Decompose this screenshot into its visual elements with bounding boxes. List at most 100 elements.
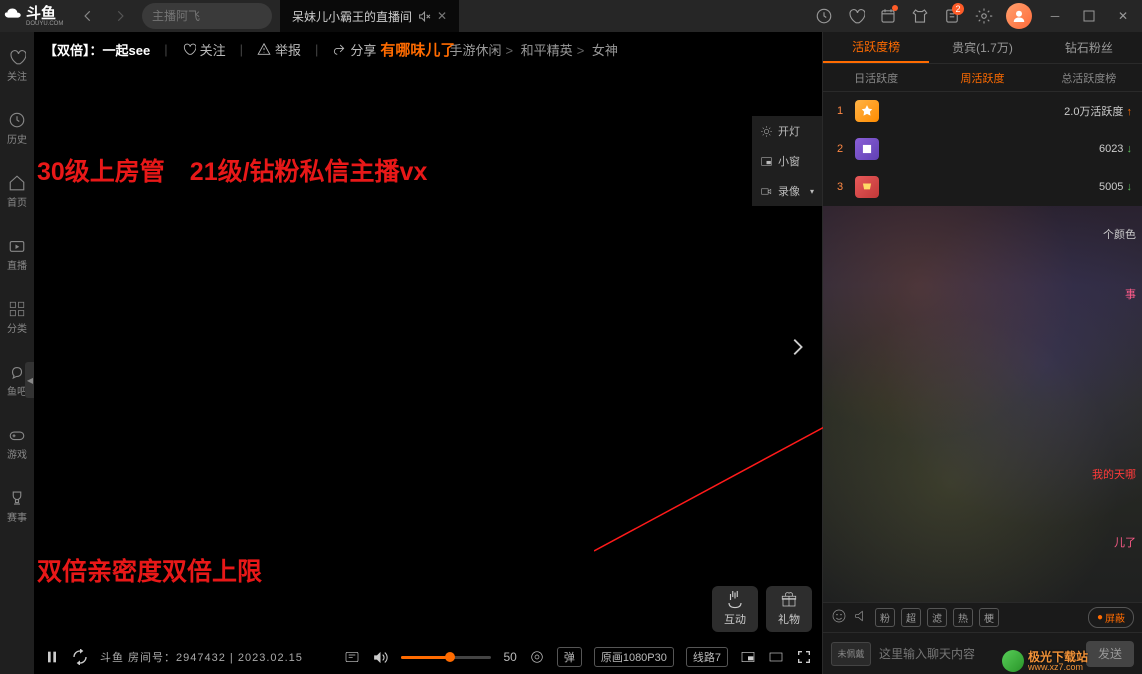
interact-button[interactable]: 互动 xyxy=(712,586,758,632)
chat-area[interactable]: 个颜色 事 我的天哪 儿了 xyxy=(823,206,1142,602)
content: 【双倍】：一起see | 关注 | 举报 | 分享 有哪味儿了 手游休闲> 和平… xyxy=(34,32,822,674)
filter-screen[interactable]: 滤 xyxy=(927,608,947,627)
gear-icon[interactable] xyxy=(970,2,998,30)
task-icon[interactable]: 2 xyxy=(938,2,966,30)
tab-vip[interactable]: 贵宾(1.7万) xyxy=(929,32,1035,63)
filter-super[interactable]: 超 xyxy=(901,608,921,627)
search-box[interactable] xyxy=(142,3,272,29)
quality-selector[interactable]: 原画1080P30 xyxy=(594,647,674,667)
filter-hot[interactable]: 热 xyxy=(953,608,973,627)
titlebar: 斗鱼 DOUYU.COM 呆妹儿小霸王的直播间 ✕ 2 ─ ✕ xyxy=(0,0,1142,32)
back-button[interactable] xyxy=(74,2,102,30)
sidebar-item-yuba[interactable]: 鱼吧 xyxy=(7,363,27,398)
rank-row[interactable]: 3 5005 ↓ xyxy=(823,168,1142,206)
logo[interactable]: 斗鱼 DOUYU.COM xyxy=(4,4,66,28)
volume-value: 50 xyxy=(503,650,516,664)
breadcrumb-1[interactable]: 手游休闲 xyxy=(449,43,501,58)
follow-button[interactable]: 关注 xyxy=(182,40,226,59)
overlay-top-text: 有哪味儿了 xyxy=(378,37,457,62)
chat-input-row: 未佩戴 发送 极光下载站 www.xz7.com xyxy=(823,632,1142,674)
danmu-toggle[interactable]: 弹 xyxy=(557,647,582,667)
sidebar-item-history[interactable]: 历史 xyxy=(7,111,27,146)
tool-panel: 开灯 小窗 录像▾ xyxy=(752,116,822,206)
badge-slot[interactable]: 未佩戴 xyxy=(831,642,871,666)
close-tab-icon[interactable]: ✕ xyxy=(437,9,447,23)
subtab-daily[interactable]: 日活跃度 xyxy=(823,70,929,86)
user-avatar[interactable] xyxy=(1006,3,1032,29)
overlay-text-2: 双倍亲密度双倍上限 xyxy=(37,552,262,588)
rank-row[interactable]: 2 6023 ↓ xyxy=(823,130,1142,168)
refresh-button[interactable] xyxy=(72,649,88,665)
chat-input[interactable] xyxy=(879,647,1078,661)
action-buttons: 互动 礼物 xyxy=(712,586,812,632)
minimize-button[interactable]: ─ xyxy=(1040,1,1070,31)
subtab-total[interactable]: 总活跃度榜 xyxy=(1036,70,1142,86)
room-header: 【双倍】：一起see | 关注 | 举报 | 分享 有哪味儿了 手游休闲> 和平… xyxy=(34,32,822,66)
share-button[interactable]: 分享 xyxy=(332,40,376,59)
rank-badge-icon xyxy=(855,100,879,122)
notification-dot xyxy=(892,5,898,11)
horn-icon[interactable] xyxy=(853,608,869,627)
rank-row[interactable]: 1 2.0万活跃度 ↑ xyxy=(823,92,1142,130)
heart-icon[interactable] xyxy=(842,2,870,30)
mute-icon[interactable] xyxy=(418,10,431,23)
chat-msg: 事 xyxy=(1125,286,1136,302)
clock-icon[interactable] xyxy=(810,2,838,30)
light-toggle[interactable]: 开灯 xyxy=(752,116,822,146)
breadcrumb-2[interactable]: 和平精英 xyxy=(521,43,573,58)
tshirt-icon[interactable] xyxy=(906,2,934,30)
breadcrumb: 手游休闲> 和平精英> 女神 xyxy=(449,40,617,59)
emoji-icon[interactable] xyxy=(831,608,847,627)
snapshot-button[interactable] xyxy=(344,649,360,665)
volume-icon[interactable] xyxy=(372,649,389,666)
tab-activity[interactable]: 活跃度榜 xyxy=(823,32,929,63)
maximize-button[interactable] xyxy=(1074,1,1104,31)
room-title: 【双倍】：一起see xyxy=(44,40,150,59)
theater-button[interactable] xyxy=(768,649,784,665)
filter-fan[interactable]: 粉 xyxy=(875,608,895,627)
task-badge: 2 xyxy=(952,3,964,15)
forward-button[interactable] xyxy=(106,2,134,30)
gift-button[interactable]: 礼物 xyxy=(766,586,812,632)
record-button[interactable]: 录像▾ xyxy=(752,176,822,206)
sidebar-item-categories[interactable]: 分类 xyxy=(7,300,27,335)
mini-window-button[interactable]: 小窗 xyxy=(752,146,822,176)
sidebar-item-home[interactable]: 首页 xyxy=(7,174,27,209)
send-button[interactable]: 发送 xyxy=(1086,641,1134,667)
pause-button[interactable] xyxy=(44,649,60,665)
rank-badge-icon xyxy=(855,176,879,198)
player-bar: 斗鱼 房间号：2947432 | 2023.02.15 50 弹 原画1080P… xyxy=(34,640,822,674)
tab-diamond[interactable]: 钻石粉丝 xyxy=(1036,32,1142,63)
fullscreen-button[interactable] xyxy=(796,649,812,665)
close-window-button[interactable]: ✕ xyxy=(1108,1,1138,31)
chat-msg: 我的天哪 xyxy=(1092,466,1136,482)
rank-list: 1 2.0万活跃度 ↑ 2 6023 ↓ 3 5005 ↓ xyxy=(823,92,1142,206)
chat-msg: 儿了 xyxy=(1114,534,1136,550)
tab-item[interactable]: 呆妹儿小霸王的直播间 ✕ xyxy=(280,0,459,32)
danmu-settings-icon[interactable] xyxy=(529,649,545,665)
subtab-weekly[interactable]: 周活跃度 xyxy=(929,70,1035,86)
sidebar-item-follow[interactable]: 关注 xyxy=(7,48,27,83)
logo-text: 斗鱼 xyxy=(26,6,63,21)
filter-meme[interactable]: 梗 xyxy=(979,608,999,627)
sidebar-item-games[interactable]: 游戏 xyxy=(7,426,27,461)
report-button[interactable]: 举报 xyxy=(257,40,301,59)
sidebar-item-match[interactable]: 赛事 xyxy=(7,489,27,524)
shield-button[interactable]: ● 屏蔽 xyxy=(1088,607,1134,628)
rank-badge-icon xyxy=(855,138,879,160)
panel-subtabs: 日活跃度 周活跃度 总活跃度榜 xyxy=(823,64,1142,92)
volume-slider[interactable] xyxy=(401,656,491,659)
calendar-icon[interactable] xyxy=(874,2,902,30)
room-info: 斗鱼 房间号：2947432 | 2023.02.15 xyxy=(100,649,303,665)
line-selector[interactable]: 线路7 xyxy=(686,647,728,667)
video-area[interactable]: 30级上房管 21级/钻粉私信主播vx 双倍亲密度双倍上限 开灯 小窗 录像▾ … xyxy=(34,66,822,640)
sidebar-item-live[interactable]: 直播 xyxy=(7,237,27,272)
panel-tabs: 活跃度榜 贵宾(1.7万) 钻石粉丝 xyxy=(823,32,1142,64)
video-next-button[interactable] xyxy=(786,336,808,364)
right-panel: 活跃度榜 贵宾(1.7万) 钻石粉丝 日活跃度 周活跃度 总活跃度榜 1 2.0… xyxy=(822,32,1142,674)
sidebar: 关注 历史 首页 直播 分类 鱼吧 游戏 赛事 ◀ xyxy=(0,32,34,674)
chat-msg: 个颜色 xyxy=(1103,226,1136,242)
breadcrumb-3[interactable]: 女神 xyxy=(592,43,618,58)
chat-toolbar: 粉 超 滤 热 梗 ● 屏蔽 xyxy=(823,602,1142,632)
pip-button[interactable] xyxy=(740,649,756,665)
